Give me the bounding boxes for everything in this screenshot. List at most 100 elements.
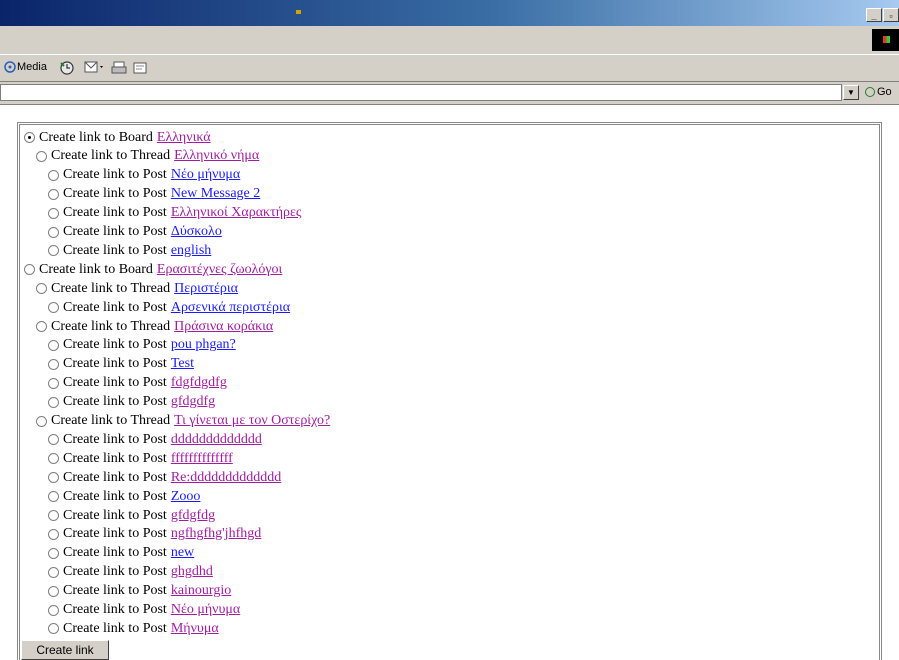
radio-button[interactable] bbox=[36, 415, 47, 427]
address-dropdown-icon[interactable]: ▼ bbox=[843, 85, 859, 100]
radio-button[interactable] bbox=[36, 283, 47, 295]
target-link[interactable]: new bbox=[171, 545, 194, 561]
target-link[interactable]: Νέο μήνυμα bbox=[171, 167, 240, 183]
radio-button[interactable] bbox=[36, 321, 47, 332]
radio-button[interactable] bbox=[48, 358, 59, 370]
title-bar-marker bbox=[296, 10, 301, 14]
target-link[interactable]: ffffffffffffff bbox=[171, 451, 233, 467]
target-link[interactable]: Test bbox=[171, 356, 194, 372]
target-link[interactable]: kainourgio bbox=[171, 583, 231, 599]
create-link-button[interactable]: Create link bbox=[21, 640, 109, 660]
go-arrow-icon bbox=[865, 87, 875, 98]
edit-icon[interactable] bbox=[132, 60, 147, 74]
link-option-post[interactable]: Create link to Post Δύσκολο bbox=[48, 224, 222, 241]
target-link[interactable]: Zooo bbox=[171, 489, 201, 505]
mail-icon[interactable] bbox=[84, 60, 103, 74]
link-option-post[interactable]: Create link to Post New Message 2 bbox=[48, 186, 260, 203]
radio-button[interactable] bbox=[48, 434, 59, 446]
radio-button[interactable] bbox=[48, 169, 59, 181]
history-icon[interactable] bbox=[59, 60, 74, 75]
radio-button[interactable] bbox=[48, 491, 59, 503]
link-option-post[interactable]: Create link to Post Νέο μήνυμα bbox=[48, 167, 240, 184]
radio-button[interactable] bbox=[48, 302, 59, 314]
link-option-post[interactable]: Create link to Post Re:ddddddddddddd bbox=[48, 469, 281, 486]
link-option-post[interactable]: Create link to Post ffffffffffffff bbox=[48, 450, 233, 467]
media-icon[interactable] bbox=[3, 60, 17, 74]
go-button[interactable]: Go bbox=[865, 86, 892, 98]
target-link[interactable]: pou phgan? bbox=[171, 337, 236, 353]
option-label: Create link to Thread bbox=[51, 148, 171, 164]
link-option-board[interactable]: Create link to Board Ελληνικά bbox=[24, 129, 211, 146]
target-link[interactable]: gfdgfdg bbox=[171, 508, 215, 524]
radio-button[interactable] bbox=[48, 226, 59, 238]
radio-button[interactable] bbox=[48, 245, 59, 257]
target-link[interactable]: Ελληνικό νήμα bbox=[174, 148, 259, 164]
link-option-thread[interactable]: Create link to Thread Ελληνικό νήμα bbox=[36, 148, 259, 165]
radio-button[interactable] bbox=[48, 566, 59, 578]
target-link[interactable]: fdgfdgdfg bbox=[171, 375, 227, 391]
link-option-post[interactable]: Create link to Post ddddddddddddd bbox=[48, 431, 262, 448]
radio-button[interactable] bbox=[48, 585, 59, 597]
target-link[interactable]: english bbox=[171, 243, 211, 259]
link-option-post[interactable]: Create link to Post pou phgan? bbox=[48, 337, 236, 354]
radio-button[interactable] bbox=[48, 453, 59, 465]
print-icon[interactable] bbox=[111, 60, 127, 74]
target-link[interactable]: Περιστέρια bbox=[174, 281, 238, 297]
link-option-post[interactable]: Create link to Post gfdgfdg bbox=[48, 507, 215, 524]
target-link[interactable]: Αρσενικά περιστέρια bbox=[171, 300, 290, 316]
target-link[interactable]: ghgdhd bbox=[171, 564, 213, 580]
link-option-post[interactable]: Create link to Post Αρσενικά περιστέρια bbox=[48, 299, 290, 316]
link-option-post[interactable]: Create link to Post fdgfdgdfg bbox=[48, 375, 227, 392]
target-link[interactable]: Ελληνικοί Χαρακτήρες bbox=[171, 205, 302, 221]
link-option-thread[interactable]: Create link to Thread Τι γίνεται με τον Ο… bbox=[36, 413, 330, 430]
target-link[interactable]: Πράσινα κοράκια bbox=[174, 319, 273, 335]
target-link[interactable]: Δύσκολο bbox=[171, 224, 222, 240]
minimize-icon[interactable]: _ bbox=[866, 8, 882, 22]
link-option-post[interactable]: Create link to Post Zooo bbox=[48, 488, 200, 505]
radio-button[interactable] bbox=[48, 339, 59, 351]
link-option-post[interactable]: Create link to Post gfdgdfg bbox=[48, 394, 215, 411]
option-label: Create link to Post bbox=[63, 242, 167, 258]
link-option-post[interactable]: Create link to Post Μήνυμα bbox=[48, 620, 219, 637]
link-option-post[interactable]: Create link to Post ngfhgfhg'jhfhgd bbox=[48, 526, 261, 543]
link-option-thread[interactable]: Create link to Thread Περιστέρια bbox=[36, 280, 238, 297]
radio-button[interactable] bbox=[48, 188, 59, 200]
option-label: Create link to Post bbox=[63, 450, 167, 466]
radio-button[interactable] bbox=[48, 623, 59, 635]
target-link[interactable]: Ελληνικά bbox=[157, 130, 211, 146]
option-label: Create link to Post bbox=[63, 469, 167, 485]
link-option-post[interactable]: Create link to Post ghgdhd bbox=[48, 564, 213, 581]
maximize-icon[interactable]: ▫ bbox=[883, 8, 899, 22]
target-link[interactable]: Μήνυμα bbox=[171, 621, 219, 637]
radio-button[interactable] bbox=[36, 150, 47, 162]
radio-button[interactable] bbox=[48, 396, 59, 408]
target-link[interactable]: Τι γίνεται με τον Οστερίχο? bbox=[174, 413, 330, 429]
link-option-thread[interactable]: Create link to Thread Πράσινα κοράκια bbox=[36, 318, 273, 335]
link-option-post[interactable]: Create link to Post Test bbox=[48, 356, 194, 373]
radio-button[interactable] bbox=[48, 472, 59, 484]
target-link[interactable]: ddddddddddddd bbox=[171, 432, 262, 448]
link-option-board[interactable]: Create link to Board Ερασιτέχνες ζωολόγοι bbox=[24, 261, 282, 278]
target-link[interactable]: Νέο μήνυμα bbox=[171, 602, 240, 618]
link-option-post[interactable]: Create link to Post new bbox=[48, 545, 194, 562]
link-option-post[interactable]: Create link to Post Νέο μήνυμα bbox=[48, 602, 240, 619]
radio-button[interactable] bbox=[48, 528, 59, 540]
radio-button[interactable] bbox=[48, 377, 59, 389]
link-option-post[interactable]: Create link to Post english bbox=[48, 242, 211, 259]
address-input[interactable] bbox=[0, 84, 842, 101]
page-content: Create link to Board Ελληνικά Create link … bbox=[0, 105, 899, 660]
target-link[interactable]: New Message 2 bbox=[171, 186, 260, 202]
media-button[interactable]: Media bbox=[17, 61, 47, 73]
target-link[interactable]: gfdgdfg bbox=[171, 394, 215, 410]
target-link[interactable]: ngfhgfhg'jhfhgd bbox=[171, 526, 261, 542]
link-option-post[interactable]: Create link to Post Ελληνικοί Χαρακτήρες bbox=[48, 205, 301, 222]
radio-button[interactable] bbox=[48, 604, 59, 616]
radio-button[interactable] bbox=[48, 547, 59, 559]
target-link[interactable]: Ερασιτέχνες ζωολόγοι bbox=[157, 262, 282, 278]
radio-button[interactable] bbox=[48, 207, 59, 219]
link-option-post[interactable]: Create link to Post kainourgio bbox=[48, 583, 231, 600]
radio-button[interactable] bbox=[24, 264, 35, 276]
target-link[interactable]: Re:ddddddddddddd bbox=[171, 470, 281, 486]
radio-button[interactable] bbox=[48, 510, 59, 521]
radio-button[interactable] bbox=[24, 132, 35, 143]
